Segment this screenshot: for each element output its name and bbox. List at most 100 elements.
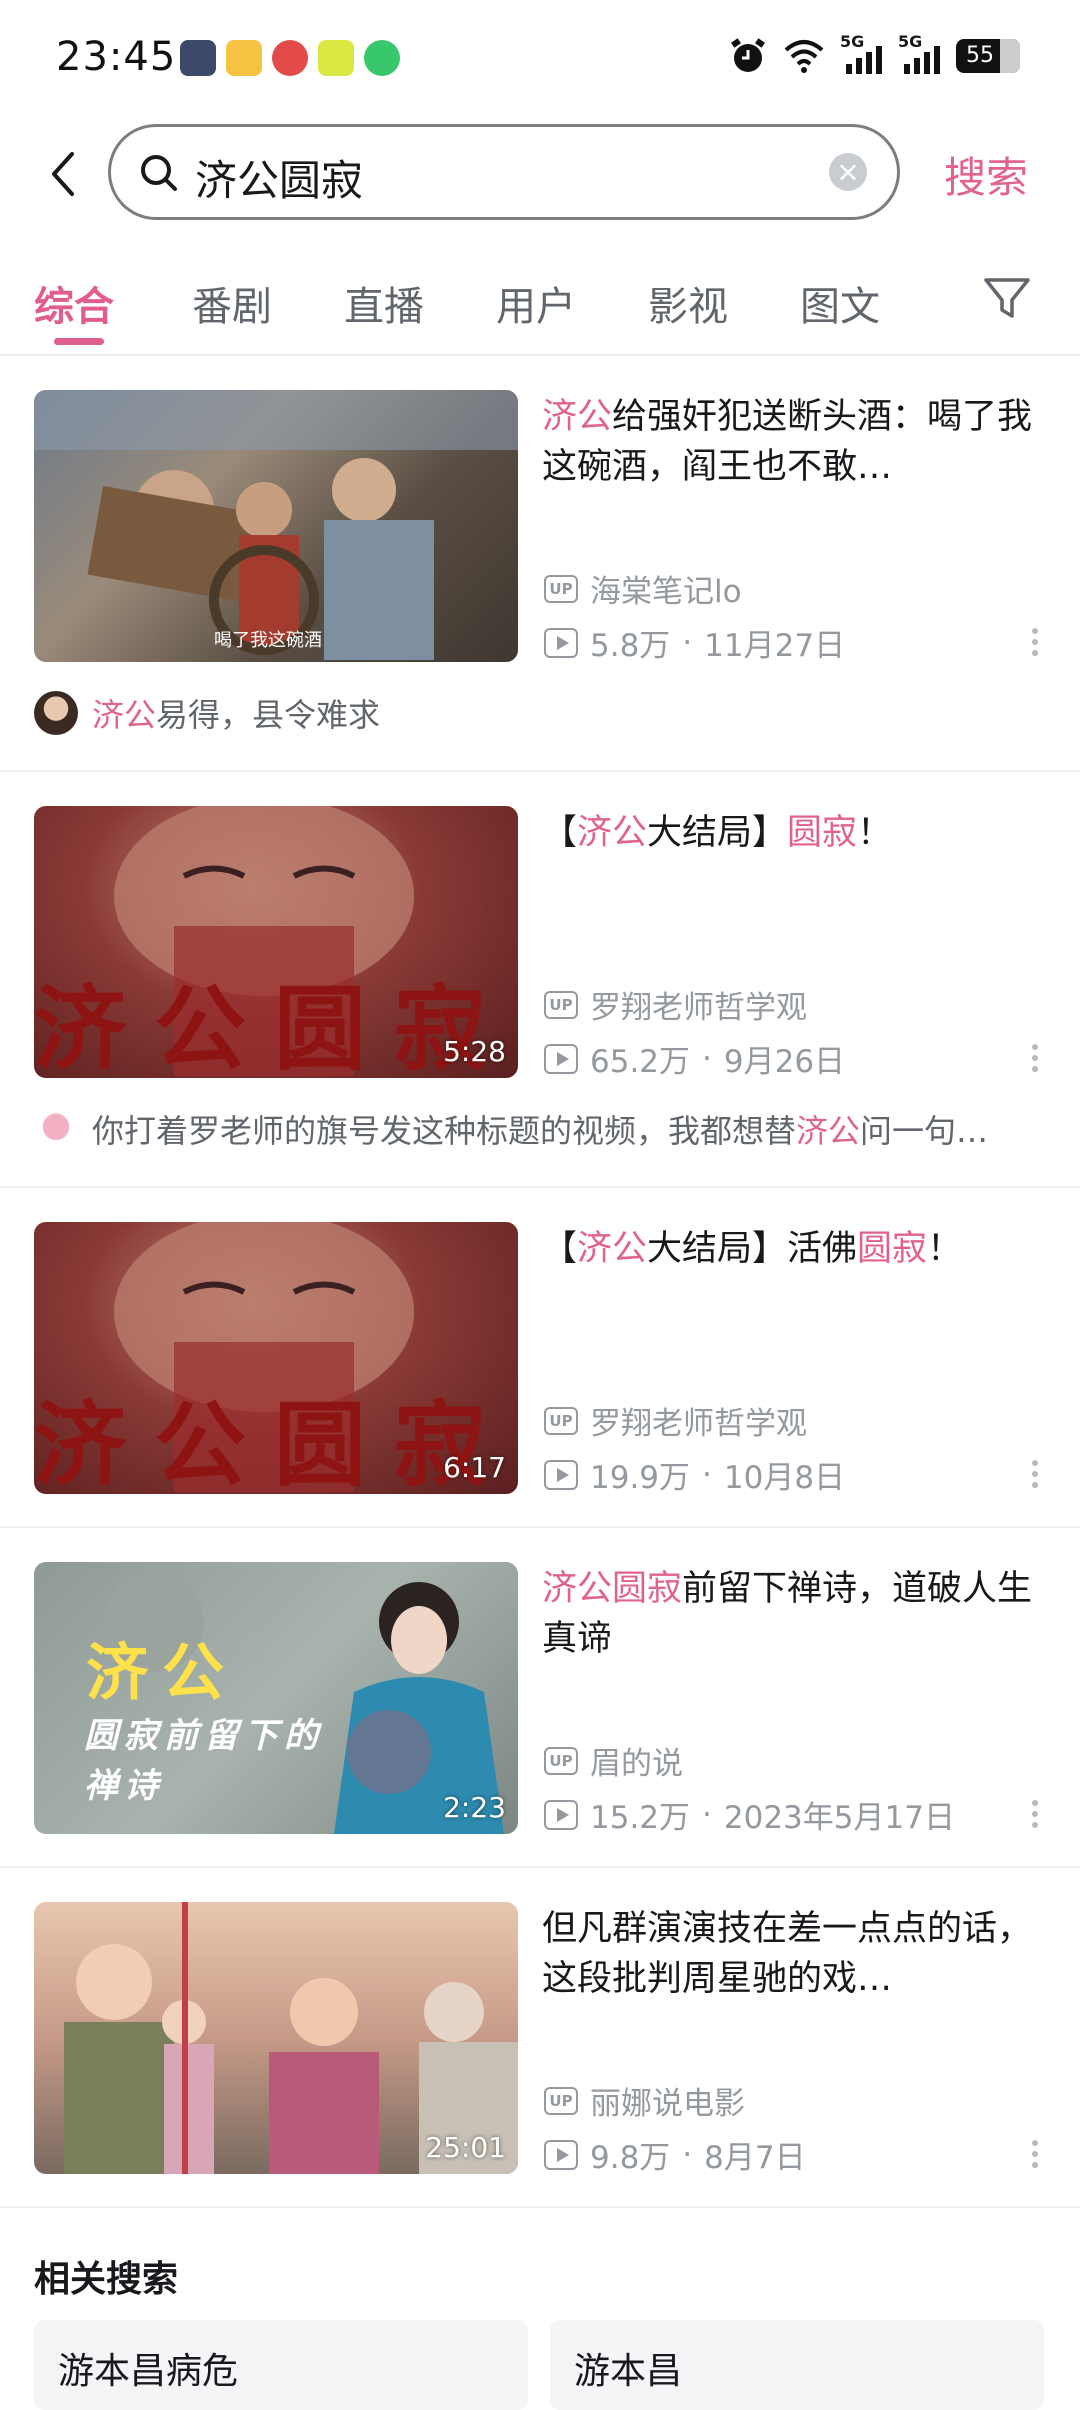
video-title[interactable]: 【济公大结局】圆寂！ (542, 808, 1042, 858)
more-options-icon[interactable] (1030, 1800, 1040, 1832)
video-thumbnail[interactable]: 25:01 (34, 1902, 518, 2174)
comment-text: 济公易得，县令难求 (92, 696, 381, 734)
divider (0, 1866, 1080, 1868)
video-card[interactable]: 济公圆寂 6:17 【济公大结局】活佛圆寂！ UP 罗翔老师哲学观 19.9万 … (0, 1222, 1080, 1582)
search-bar: 济公圆寂 × 搜索 (0, 118, 1080, 228)
thumbnail-caption: 禅诗 (84, 1766, 164, 1806)
status-bar: 23:45 5G 5G 55 (0, 0, 1080, 118)
uploader-name: 眉的说 (590, 1746, 683, 1782)
more-options-icon[interactable] (1030, 628, 1040, 660)
thumbnail-caption: 济公 (86, 1636, 239, 1709)
tab-bangumi[interactable]: 番剧 (192, 274, 272, 332)
tab-live[interactable]: 直播 (344, 274, 424, 332)
uploader-row[interactable]: UP 海棠笔记lo (544, 566, 742, 611)
view-count: 5.8万 (590, 628, 671, 664)
uploader-name: 罗翔老师哲学观 (590, 1406, 807, 1442)
avatar (34, 1107, 78, 1151)
more-options-icon[interactable] (1030, 1044, 1040, 1076)
search-input[interactable]: 济公圆寂 × (108, 124, 900, 220)
tab-users[interactable]: 用户 (496, 274, 576, 332)
tab-all[interactable]: 综合 (34, 274, 114, 332)
video-title[interactable]: 但凡群演演技在差一点点的话，这段批判周星驰的戏… (542, 1904, 1042, 2004)
app-notification-icon (318, 40, 354, 76)
more-options-icon[interactable] (1030, 1460, 1040, 1492)
avatar (34, 691, 78, 735)
cell-signal-icon: 5G (898, 32, 942, 76)
notification-icons (180, 40, 400, 76)
status-time: 23:45 (56, 34, 177, 80)
video-stats: 9.8万 · 8月7日 (544, 2132, 806, 2177)
uploader-row[interactable]: UP 眉的说 (544, 1738, 683, 1783)
uploader-name: 海棠笔记lo (590, 574, 742, 610)
video-thumbnail[interactable]: 济公圆寂 6:17 (34, 1222, 518, 1494)
video-title[interactable]: 济公圆寂前留下禅诗，道破人生真谛 (542, 1564, 1042, 1664)
tab-articles[interactable]: 图文 (800, 274, 880, 332)
up-icon: UP (544, 990, 578, 1019)
top-comment[interactable]: 济公易得，县令难求 (34, 690, 1046, 736)
uploader-name: 丽娜说电影 (590, 2086, 745, 2122)
tab-film[interactable]: 影视 (648, 274, 728, 332)
divider (0, 1526, 1080, 1528)
clear-icon[interactable]: × (829, 153, 867, 191)
search-button[interactable]: 搜索 (944, 144, 1028, 205)
uploader-row[interactable]: UP 罗翔老师哲学观 (544, 982, 807, 1027)
video-duration: 6:17 (443, 1451, 506, 1484)
video-duration: 25:01 (425, 2131, 506, 2164)
video-stats: 15.2万 · 2023年5月17日 (544, 1792, 955, 1837)
divider (0, 770, 1080, 772)
play-count-icon (544, 2139, 578, 2170)
thumbnail-image (34, 390, 518, 660)
thumbnail-caption: 喝了我这碗酒 (214, 630, 322, 651)
filter-icon[interactable] (982, 274, 1032, 322)
search-icon (141, 155, 177, 191)
uploader-row[interactable]: UP 丽娜说电影 (544, 2078, 745, 2123)
view-count: 9.8万 (590, 2140, 671, 2176)
publish-date: 8月7日 (704, 2140, 806, 2176)
publish-date: 2023年5月17日 (723, 1800, 955, 1836)
play-count-icon (544, 627, 578, 658)
video-thumbnail[interactable]: 济公圆寂 5:28 (34, 806, 518, 1078)
comment-text: 你打着罗老师的旗号发这种标题的视频，我都想替济公问一句… (92, 1112, 989, 1150)
wifi-icon (784, 40, 824, 73)
system-icons: 5G 5G 55 (728, 32, 1020, 76)
search-tabs: 综合 番剧 直播 用户 影视 图文 (0, 246, 1080, 356)
divider (0, 1186, 1080, 1188)
thumbnail-caption: 圆寂前留下的 (84, 1716, 324, 1756)
view-count: 19.9万 (590, 1460, 691, 1496)
view-count: 65.2万 (590, 1044, 691, 1080)
up-icon: UP (544, 2086, 578, 2115)
app-notification-icon (180, 40, 216, 76)
video-stats: 19.9万 · 10月8日 (544, 1452, 845, 1497)
thumbnail-caption: 济公圆寂 (34, 976, 515, 1078)
top-comment[interactable]: 你打着罗老师的旗号发这种标题的视频，我都想替济公问一句… (34, 1106, 1046, 1152)
back-arrow-icon[interactable] (40, 146, 88, 202)
up-icon: UP (544, 1746, 578, 1775)
up-icon: UP (544, 1406, 578, 1435)
related-search-item[interactable]: 游本昌病危 (34, 2320, 528, 2410)
video-title[interactable]: 济公给强奸犯送断头酒：喝了我这碗酒，阎王也不敢… (542, 392, 1042, 492)
search-query[interactable]: 济公圆寂 (195, 147, 363, 208)
play-count-icon (544, 1459, 578, 1490)
play-count-icon (544, 1799, 578, 1830)
publish-date: 11月27日 (704, 628, 846, 664)
related-search-item[interactable]: 游本昌 (550, 2320, 1044, 2410)
video-thumbnail[interactable]: 济公 圆寂前留下的 禅诗 2:23 (34, 1562, 518, 1834)
uploader-name: 罗翔老师哲学观 (590, 990, 807, 1026)
video-duration: 5:28 (443, 1035, 506, 1068)
video-card[interactable]: 25:01 但凡群演演技在差一点点的话，这段批判周星驰的戏… UP 丽娜说电影 … (0, 1902, 1080, 2262)
play-count-icon (544, 1043, 578, 1074)
related-searches-title: 相关搜索 (34, 2259, 179, 2300)
divider (0, 2206, 1080, 2208)
up-icon: UP (544, 574, 578, 603)
video-title[interactable]: 【济公大结局】活佛圆寂！ (542, 1224, 1042, 1274)
uploader-row[interactable]: UP 罗翔老师哲学观 (544, 1398, 807, 1443)
video-stats: 65.2万 · 9月26日 (544, 1036, 845, 1081)
video-duration: 2:23 (443, 1791, 506, 1824)
view-count: 15.2万 (590, 1800, 691, 1836)
video-thumbnail[interactable]: 喝了我这碗酒 (34, 390, 518, 662)
battery-icon: 55 (956, 39, 1020, 73)
more-options-icon[interactable] (1030, 2140, 1040, 2172)
app-notification-icon (272, 40, 308, 76)
video-card[interactable]: 济公 圆寂前留下的 禅诗 2:23 济公圆寂前留下禅诗，道破人生真谛 UP 眉的… (0, 1562, 1080, 1922)
alarm-icon (731, 38, 765, 72)
